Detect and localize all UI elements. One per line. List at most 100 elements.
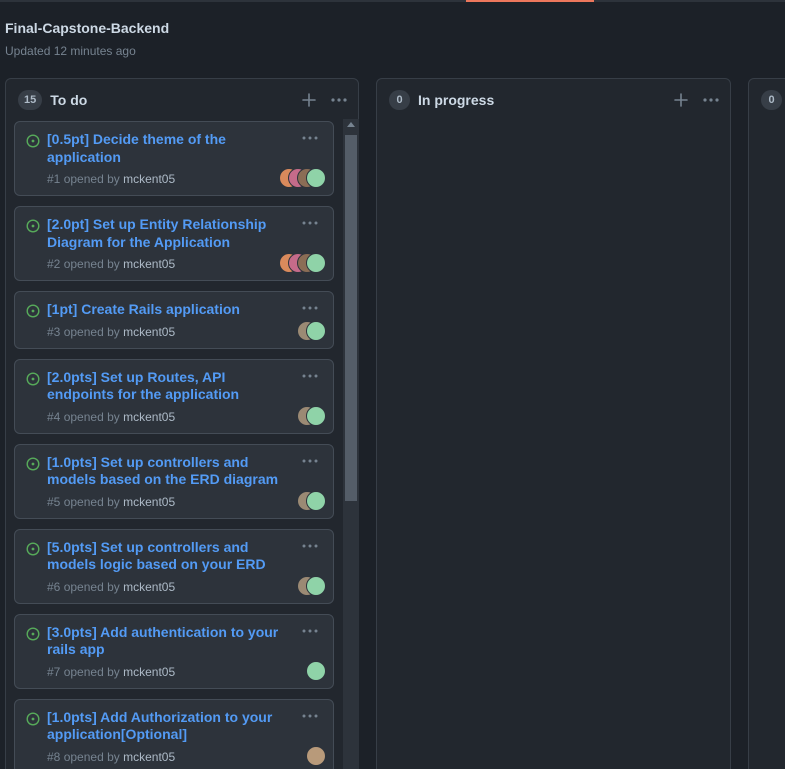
opened-by-label: opened by [63,172,120,186]
opened-by-label: opened by [63,749,120,764]
issue-author[interactable]: mckent05 [123,257,175,271]
issue-author[interactable]: mckent05 [123,172,175,186]
issue-author[interactable]: mckent05 [123,325,175,339]
assignee-avatar[interactable] [306,660,326,681]
plus-icon[interactable] [302,93,316,107]
issue-author[interactable]: mckent05 [123,410,175,424]
issue-meta: #8 opened by mckent05 [47,749,323,765]
project-header: Final-Capstone-Backend Updated 12 minute… [5,20,169,58]
column-card-count: 0 [389,90,410,110]
issue-meta: #7 opened by mckent05 [47,664,323,680]
card-list: [0.5pt] Decide theme of the application … [14,121,334,769]
issue-title[interactable]: [3.0pts] Add authentication to your rail… [47,624,323,659]
issue-title[interactable]: [2.0pts] Set up Routes, API endpoints fo… [47,369,323,404]
issue-number: #1 [47,172,61,186]
kebab-horizontal-icon[interactable] [301,214,319,232]
issue-card[interactable]: [2.0pts] Set up Routes, API endpoints fo… [14,358,334,434]
issue-meta: #5 opened by mckent05 [47,494,323,510]
assignee-avatars [279,168,326,188]
issue-opened-icon [26,134,40,153]
issue-opened-icon [26,304,40,323]
assignee-avatars [279,253,326,273]
issue-author[interactable]: mckent05 [123,750,175,764]
kebab-horizontal-icon[interactable] [330,93,348,107]
kebab-horizontal-icon[interactable] [301,367,319,385]
active-tab-indicator [466,0,594,2]
kebab-horizontal-icon[interactable] [301,129,319,147]
issue-number: #7 [47,664,61,679]
issue-title[interactable]: [1.0pts] Add Authorization to your appli… [47,709,323,744]
issue-card[interactable]: [2.0pt] Set up Entity Relationship Diagr… [14,206,334,281]
top-border [0,0,785,2]
column-card-count: 0 [761,90,782,110]
assignee-avatar[interactable] [306,253,326,273]
issue-meta: #4 opened by mckent05 [47,409,323,425]
column-third: 0 [748,78,785,769]
scroll-thumb[interactable] [345,135,357,501]
assignee-avatar[interactable] [306,405,326,426]
kebab-horizontal-icon[interactable] [301,707,319,725]
column-title: To do [50,92,88,108]
kebab-horizontal-icon[interactable] [301,537,319,555]
kebab-horizontal-icon[interactable] [301,299,319,317]
issue-title[interactable]: [1.0pts] Set up controllers and models b… [47,454,323,489]
opened-by-label: opened by [63,579,120,594]
project-title[interactable]: Final-Capstone-Backend [5,20,169,36]
opened-by-label: opened by [63,409,120,424]
opened-by-label: opened by [63,664,120,679]
issue-card[interactable]: [0.5pt] Decide theme of the application … [14,121,334,196]
assignee-avatars [306,660,326,681]
opened-by-label: opened by [63,494,120,509]
issue-card[interactable]: [1pt] Create Rails application #3 opened… [14,291,334,349]
issue-card[interactable]: [5.0pts] Set up controllers and models l… [14,528,334,604]
column-title: In progress [418,92,495,108]
assignee-avatar[interactable] [306,320,326,341]
issue-number: #5 [47,494,61,509]
column-scrollbar[interactable] [343,119,359,769]
assignee-avatars [297,405,326,426]
issue-title[interactable]: [1pt] Create Rails application [47,301,323,319]
issue-opened-icon [26,371,40,391]
issue-meta: #3 opened by mckent05 [47,324,323,340]
opened-by-label: opened by [63,257,120,271]
column-header: 15 To do [18,89,348,111]
kebab-horizontal-icon[interactable] [301,452,319,470]
kebab-horizontal-icon[interactable] [702,93,720,107]
column-header: 0 In progress [389,89,720,111]
assignee-avatars [306,745,326,766]
issue-title[interactable]: [0.5pt] Decide theme of the application [47,131,323,166]
issue-number: #2 [47,257,61,271]
issue-card[interactable]: [3.0pts] Add authentication to your rail… [14,613,334,689]
column-in-progress: 0 In progress [376,78,731,769]
assignee-avatars [297,320,326,341]
issue-author[interactable]: mckent05 [123,495,175,509]
issue-number: #6 [47,579,61,594]
assignee-avatar[interactable] [306,745,326,766]
issue-author[interactable]: mckent05 [123,580,175,594]
issue-title[interactable]: [5.0pts] Set up controllers and models l… [47,539,323,574]
issue-card[interactable]: [1.0pts] Add Authorization to your appli… [14,698,334,769]
project-updated-time: Updated 12 minutes ago [5,44,136,58]
issue-author[interactable]: mckent05 [123,665,175,679]
assignee-avatars [297,575,326,596]
issue-opened-icon [26,626,40,646]
plus-icon[interactable] [674,93,688,107]
assignee-avatars [297,490,326,511]
issue-opened-icon [26,456,40,476]
issue-card[interactable]: [1.0pts] Set up controllers and models b… [14,443,334,519]
issue-number: #4 [47,409,61,424]
assignee-avatar[interactable] [306,490,326,511]
assignee-avatar[interactable] [306,168,326,188]
column-card-count: 15 [18,90,43,110]
kebab-horizontal-icon[interactable] [301,622,319,640]
issue-opened-icon [26,219,40,238]
opened-by-label: opened by [63,324,120,339]
assignee-avatar[interactable] [306,575,326,596]
column-todo: 15 To do [0.5pt] Decide theme of the app… [5,78,359,769]
issue-number: #8 [47,749,61,764]
issue-opened-icon [26,541,40,561]
issue-meta: #6 opened by mckent05 [47,579,323,595]
scroll-up-arrow[interactable] [347,122,355,127]
issue-title[interactable]: [2.0pt] Set up Entity Relationship Diagr… [47,216,323,251]
issue-opened-icon [26,711,40,731]
